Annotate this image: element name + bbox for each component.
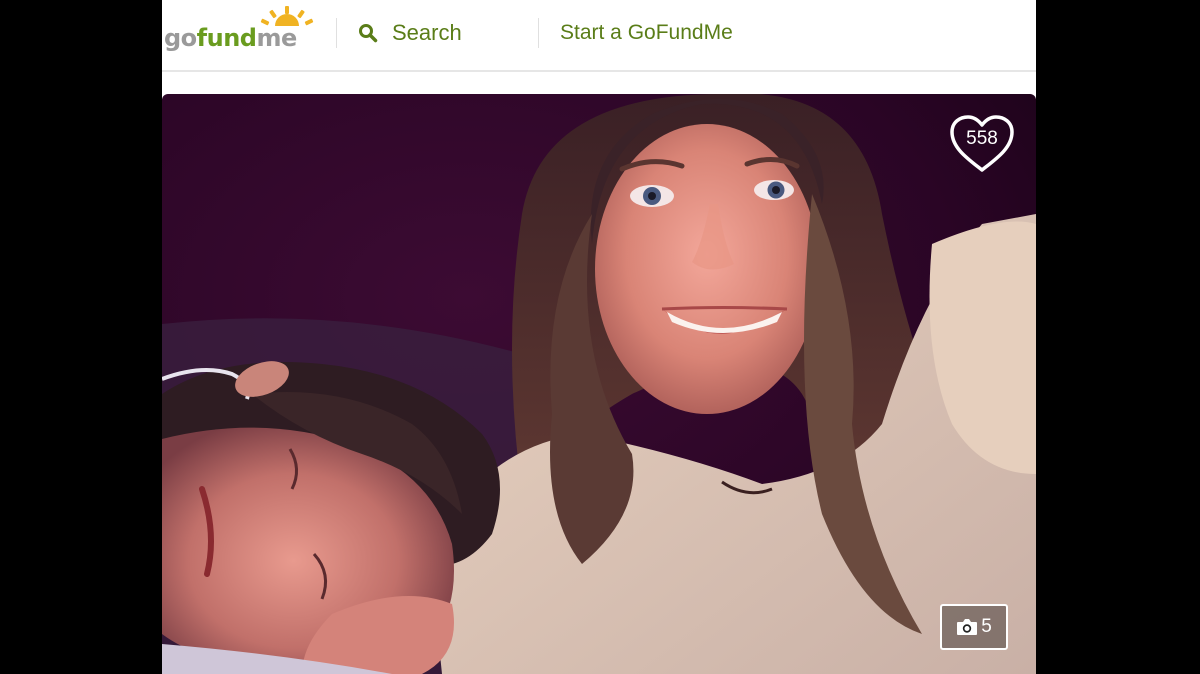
header-divider	[336, 18, 337, 48]
logo-fund: fund	[196, 24, 257, 52]
browser-page: gofundme Search Start a GoFundMe 558 5	[162, 0, 1036, 674]
camera-icon	[957, 619, 978, 635]
search-label: Search	[392, 20, 462, 45]
photo-count-value: 5	[981, 616, 992, 637]
search-button[interactable]: Search	[358, 19, 462, 47]
campaign-photo[interactable]: 558 5	[162, 94, 1036, 674]
logo-wordmark: gofundme	[164, 24, 297, 52]
hearts-count: 558	[966, 128, 998, 149]
logo-go: go	[164, 24, 197, 52]
logo-me: me	[256, 24, 297, 52]
site-header: gofundme Search Start a GoFundMe	[162, 0, 1036, 72]
campaign-photo-image	[162, 94, 1036, 674]
photo-gallery-button[interactable]: 5	[940, 604, 1008, 650]
start-gofundme-link[interactable]: Start a GoFundMe	[560, 21, 733, 45]
gofundme-logo[interactable]: gofundme	[164, 6, 314, 54]
search-icon	[359, 24, 378, 43]
heart-button[interactable]: 558	[948, 114, 1016, 174]
header-divider	[538, 18, 539, 48]
